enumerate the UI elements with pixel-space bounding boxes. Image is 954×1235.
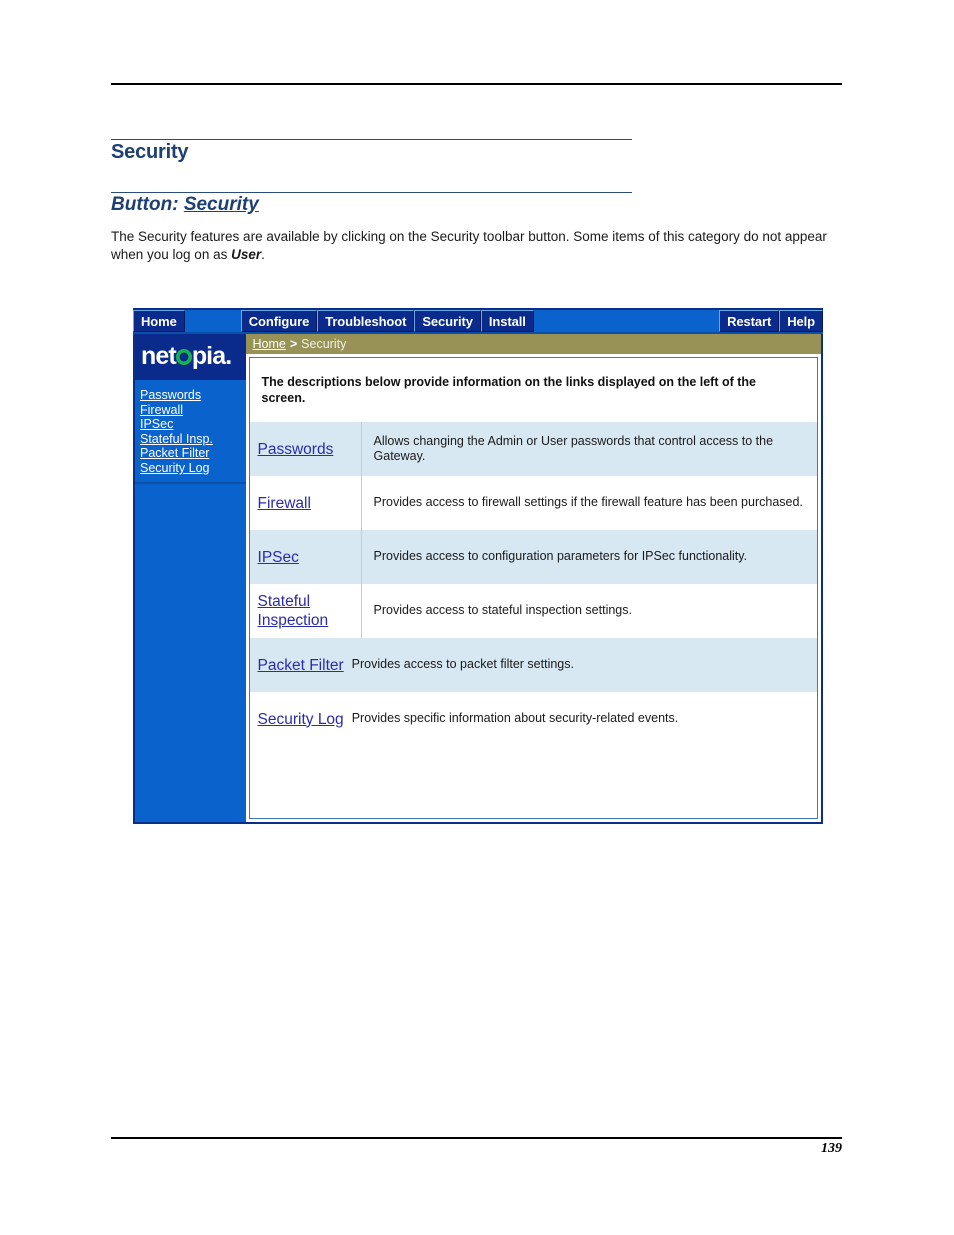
- row-description-packet-filter: Provides access to packet filter setting…: [351, 657, 574, 672]
- row-link-security-log[interactable]: Security Log: [258, 710, 344, 729]
- page-header-rule: [111, 83, 842, 85]
- table-row: Stateful Inspection Provides access to s…: [249, 584, 817, 638]
- toolbar-button-security[interactable]: Security: [414, 310, 481, 332]
- table-row: Passwords Allows changing the Admin or U…: [249, 422, 817, 476]
- router-toolbar: Home Configure Troubleshoot Security Ins…: [133, 308, 823, 334]
- row-description-ipsec: Provides access to configuration paramet…: [373, 549, 748, 564]
- router-ui-screenshot: Home Configure Troubleshoot Security Ins…: [133, 308, 823, 824]
- descriptions-table: Passwords Allows changing the Admin or U…: [249, 422, 817, 746]
- table-row: Firewall Provides access to firewall set…: [249, 476, 817, 530]
- intro-paragraph-part2: .: [261, 247, 265, 262]
- page-title: Security: [111, 141, 189, 163]
- intro-paragraph-part1: The Security features are available by c…: [111, 229, 827, 262]
- table-row: Security Log Provides specific informati…: [249, 692, 817, 746]
- row-description-passwords: Allows changing the Admin or User passwo…: [373, 433, 774, 464]
- toolbar-button-install[interactable]: Install: [480, 310, 534, 332]
- sidebar-item-security-log[interactable]: Security Log: [140, 461, 246, 476]
- row-link-cell: IPSec: [250, 530, 362, 584]
- row-link-cell: Stateful Inspection: [250, 584, 362, 638]
- row-link-cell: Firewall: [250, 476, 362, 530]
- row-link-firewall[interactable]: Firewall: [258, 494, 311, 513]
- row-link-cell: Packet Filter: [250, 638, 346, 692]
- sidebar-item-passwords[interactable]: Passwords: [140, 388, 246, 403]
- table-row: Packet Filter Provides access to packet …: [249, 638, 817, 692]
- breadcrumb-separator: >: [289, 337, 298, 351]
- toolbar-button-troubleshoot[interactable]: Troubleshoot: [317, 310, 415, 332]
- heading-rule-top: [111, 139, 632, 140]
- breadcrumb: Home > Security: [245, 334, 821, 354]
- sidebar-filler: [135, 484, 246, 822]
- intro-paragraph-emphasis: User: [231, 247, 262, 262]
- toolbar-gap: [185, 310, 241, 332]
- logo-o-ring-icon: [175, 349, 192, 365]
- descriptions-panel: The descriptions below provide informati…: [248, 357, 818, 819]
- table-row: IPSec Provides access to configuration p…: [249, 530, 817, 584]
- row-link-packet-filter[interactable]: Packet Filter: [258, 656, 344, 675]
- sidebar-item-ipsec[interactable]: IPSec: [140, 417, 246, 432]
- toolbar-button-restart[interactable]: Restart: [719, 310, 780, 332]
- row-description-security-log: Provides specific information about secu…: [351, 711, 679, 726]
- toolbar-button-home[interactable]: Home: [133, 310, 185, 332]
- intro-paragraph: The Security features are available by c…: [111, 228, 846, 264]
- row-link-cell: Passwords: [250, 422, 362, 476]
- panel-intro-text: The descriptions below provide informati…: [261, 375, 757, 405]
- page-footer-rule: [111, 1137, 842, 1139]
- row-description-firewall: Provides access to firewall settings if …: [373, 495, 803, 510]
- logo-text-after: pia: [191, 342, 226, 370]
- router-body: net pia. Passwords Firewall IPSec Statefu…: [133, 334, 823, 824]
- router-sidebar: net pia. Passwords Firewall IPSec Statefu…: [133, 334, 246, 824]
- toolbar-button-help[interactable]: Help: [779, 310, 823, 332]
- heading-rule-sub: [111, 192, 632, 193]
- breadcrumb-link-home[interactable]: Home: [253, 337, 286, 351]
- netopia-logo-text: net pia.: [141, 342, 232, 370]
- row-link-cell: Security Log: [250, 692, 346, 746]
- logo-period: .: [225, 342, 232, 370]
- router-content: Home > Security The descriptions below p…: [245, 334, 823, 824]
- row-description-stateful-inspection: Provides access to stateful inspection s…: [373, 603, 632, 618]
- row-link-ipsec[interactable]: IPSec: [258, 548, 299, 567]
- sidebar-item-firewall[interactable]: Firewall: [140, 403, 246, 418]
- sidebar-item-stateful-insp[interactable]: Stateful Insp.: [140, 432, 246, 447]
- sidebar-link-list: Passwords Firewall IPSec Stateful Insp. …: [135, 382, 246, 484]
- toolbar-button-configure[interactable]: Configure: [240, 310, 318, 332]
- logo-text-before: net: [141, 342, 177, 370]
- section-subtitle-link: Security: [183, 194, 259, 215]
- sidebar-item-packet-filter[interactable]: Packet Filter: [140, 446, 246, 461]
- section-subtitle: Button: Security: [111, 194, 259, 216]
- row-link-passwords[interactable]: Passwords: [258, 440, 334, 459]
- breadcrumb-current: Security: [301, 337, 347, 351]
- netopia-logo: net pia.: [135, 334, 246, 382]
- section-subtitle-prefix: Button:: [111, 194, 184, 215]
- row-link-stateful-inspection[interactable]: Stateful Inspection: [258, 592, 354, 630]
- page-number: 139: [821, 1141, 842, 1156]
